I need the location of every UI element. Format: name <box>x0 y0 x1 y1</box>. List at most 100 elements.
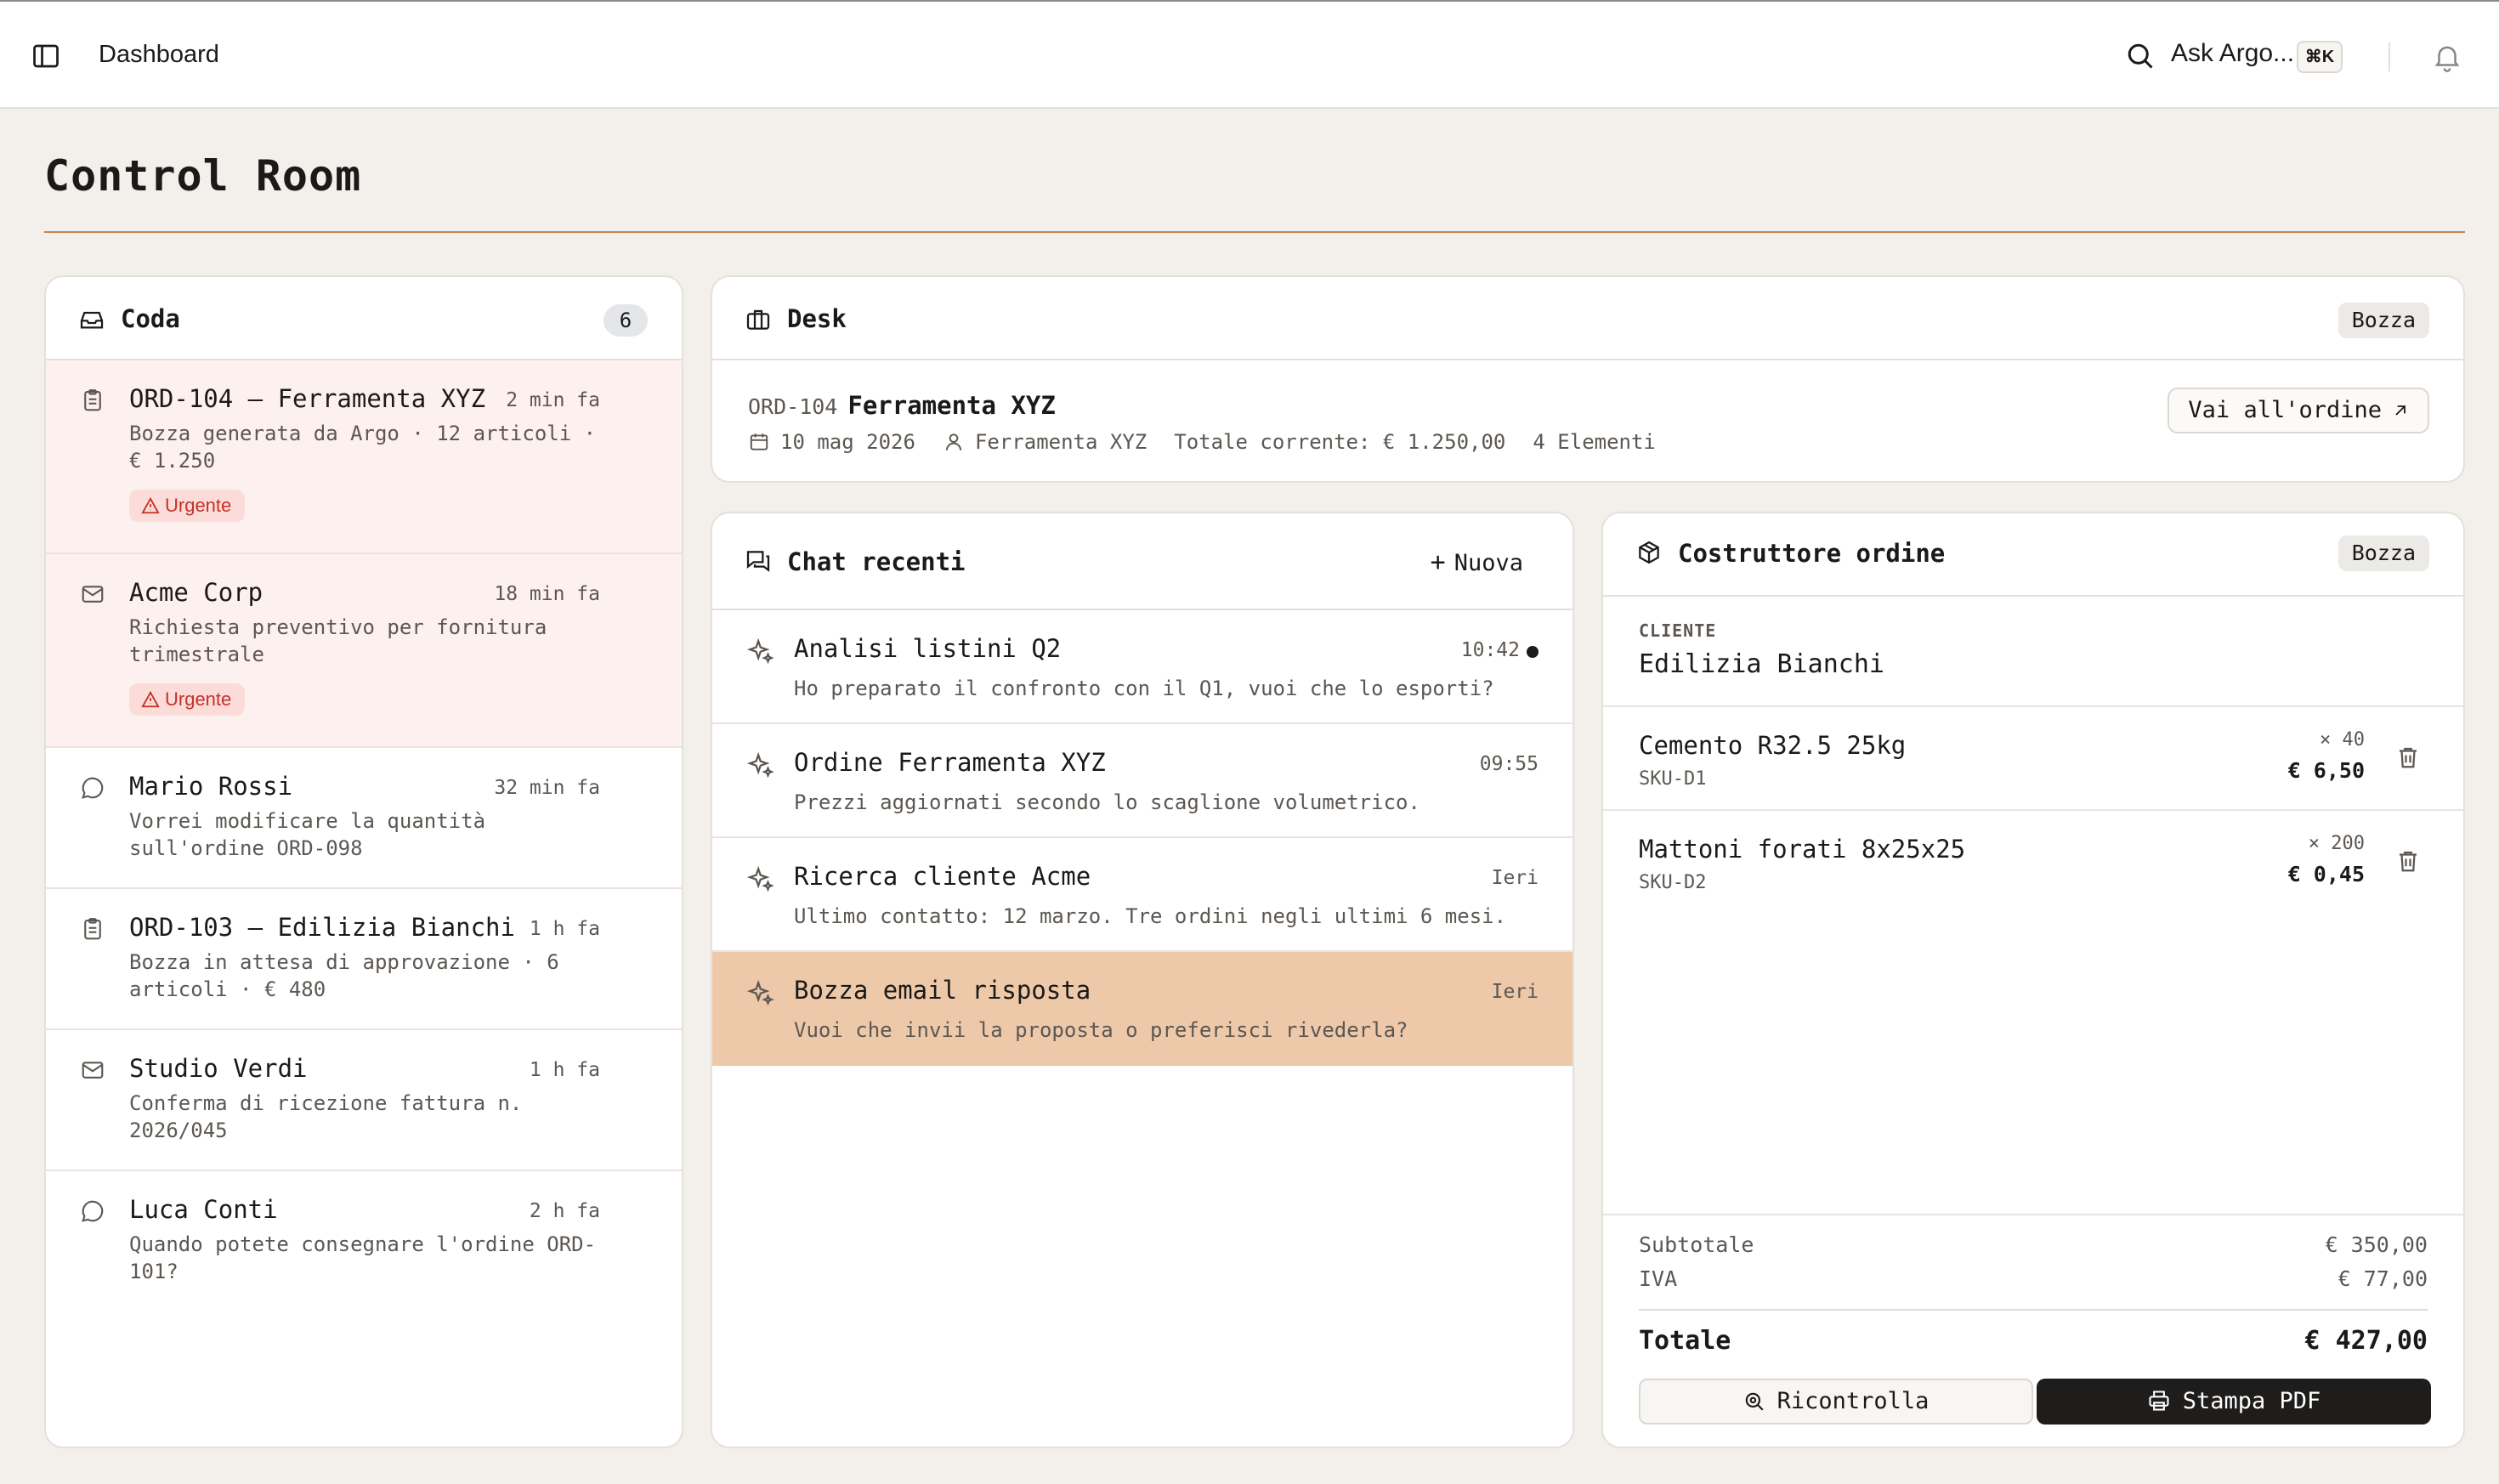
chat-header: Chat recenti + Nuova <box>712 513 1572 610</box>
chat-item-time: 10:42 <box>1460 639 1520 661</box>
urgent-label: Urgente <box>165 688 232 710</box>
mail-icon <box>82 586 104 603</box>
chat-item-desc: Ho preparato il confronto con il Q1, vuo… <box>794 677 1494 700</box>
trash-icon[interactable] <box>2395 743 2421 772</box>
total-value: € 427,00 <box>2304 1326 2428 1356</box>
chat-item-desc: Prezzi aggiornati secondo lo scaglione v… <box>794 790 1420 814</box>
urgent-label: Urgente <box>165 495 232 516</box>
sparkle-icon <box>746 865 774 892</box>
client-name[interactable]: Edilizia Bianchi <box>1639 649 1884 679</box>
queue-item-name: Mario Rossi <box>129 772 293 801</box>
chat-item-time: 09:55 <box>1479 753 1538 775</box>
go-to-order-label: Vai all'ordine <box>2188 397 2382 423</box>
queue-panel: Coda 6 ORD-104 — Ferramenta XYZ 2 min fa… <box>44 275 683 1448</box>
builder-title: Costruttore ordine <box>1678 539 1946 568</box>
chat-item-desc: Ultimo contatto: 12 marzo. Tre ordini ne… <box>794 904 1507 928</box>
urgent-badge: Urgente <box>129 683 246 716</box>
desk-order-id: ORD-104 <box>748 394 838 419</box>
chat-item[interactable]: Analisi listini Q2 10:42 Ho preparato il… <box>712 610 1572 724</box>
chats-icon <box>746 551 770 572</box>
queue-item-name: ORD-104 — Ferramenta XYZ <box>129 384 486 413</box>
queue-item-name: Luca Conti <box>129 1195 278 1224</box>
subtotal-label: Subtotale <box>1639 1232 1754 1257</box>
user-icon <box>945 433 962 450</box>
queue-item-time: 1 h fa <box>529 918 600 940</box>
queue-item[interactable]: ORD-103 — Edilizia Bianchi 1 h fa Bozza … <box>46 889 682 1030</box>
calendar-icon <box>750 433 768 450</box>
title-divider <box>44 231 2465 233</box>
chat-item-name: Ordine Ferramenta XYZ <box>794 748 1106 777</box>
queue-item[interactable]: ORD-104 — Ferramenta XYZ 2 min fa Bozza … <box>46 360 682 554</box>
breadcrumb[interactable]: Dashboard <box>99 41 219 69</box>
new-chat-button[interactable]: + Nuova <box>1431 547 1523 577</box>
page-title: Control Room <box>44 151 362 201</box>
vat-value: € 77,00 <box>2338 1266 2428 1291</box>
line-product-name: Mattoni forati 8x25x25 <box>1639 835 1966 864</box>
sidebar-toggle-icon[interactable] <box>31 41 61 71</box>
arrow-up-right-icon <box>2395 405 2406 416</box>
queue-item-time: 2 min fa <box>506 389 600 411</box>
queue-title: Coda <box>121 304 180 333</box>
order-line: Mattoni forati 8x25x25 SKU-D2 × 200 € 0,… <box>1603 811 2463 915</box>
chat-item[interactable]: Ricerca cliente Acme Ieri Ultimo contatt… <box>712 838 1572 952</box>
message-icon <box>82 777 104 799</box>
queue-item-name: Acme Corp <box>129 578 264 607</box>
total-divider <box>1639 1309 2428 1311</box>
zoom-search-icon <box>1745 1392 1764 1411</box>
top-bar: Dashboard Ask Argo... ⌘K <box>0 0 2499 109</box>
desk-order-name: Ferramenta XYZ <box>847 391 1056 420</box>
queue-item-desc: Quando potete consegnare l'ordine ORD-10… <box>129 1232 597 1283</box>
queue-item[interactable]: Studio Verdi 1 h fa Conferma di ricezion… <box>46 1030 682 1171</box>
queue-item-desc: Conferma di ricezione fattura n. 2026/04… <box>129 1091 523 1142</box>
chat-title: Chat recenti <box>787 547 966 576</box>
recheck-button[interactable]: Ricontrolla <box>1639 1379 2033 1425</box>
ask-argo-button[interactable]: Ask Argo... <box>2171 39 2294 68</box>
chat-item-time: Ieri <box>1491 981 1538 1003</box>
line-sku: SKU-D1 <box>1639 768 1707 790</box>
trash-icon[interactable] <box>2395 847 2421 875</box>
desk-status-badge: Bozza <box>2338 303 2429 338</box>
go-to-order-button[interactable]: Vai all'ordine <box>2168 388 2429 433</box>
builder-status-badge: Bozza <box>2338 535 2429 571</box>
totals-divider <box>1603 1214 2463 1215</box>
queue-item[interactable]: Luca Conti 2 h fa Quando potete consegna… <box>46 1171 682 1312</box>
queue-item-name: Studio Verdi <box>129 1054 308 1083</box>
mail-icon <box>82 1062 104 1079</box>
recheck-label: Ricontrolla <box>1776 1388 1930 1414</box>
queue-count-badge: 6 <box>604 304 648 337</box>
desk-order-total: Totale corrente: € 1.250,00 <box>1174 430 1506 454</box>
chat-item[interactable]: Ordine Ferramenta XYZ 09:55 Prezzi aggio… <box>712 724 1572 838</box>
queue-item-desc: Bozza in attesa di approvazione · 6 arti… <box>129 950 559 1001</box>
chat-item-name: Ricerca cliente Acme <box>794 862 1091 891</box>
vat-row: IVA € 77,00 <box>1639 1266 2428 1291</box>
queue-item[interactable]: Acme Corp 18 min fa Richiesta preventivo… <box>46 554 682 748</box>
search-icon[interactable] <box>2125 41 2156 71</box>
client-label: CLIENTE <box>1639 620 1717 641</box>
queue-item-desc: Vorrei modificare la quantità sull'ordin… <box>129 809 486 860</box>
queue-item-time: 2 h fa <box>529 1200 600 1222</box>
bell-icon[interactable] <box>2431 41 2463 73</box>
briefcase-icon <box>746 309 770 330</box>
clipboard-icon <box>84 389 101 411</box>
chat-item-selected[interactable]: Bozza email risposta Ieri Vuoi che invii… <box>712 952 1572 1066</box>
desk-order-heading: ORD-104 Ferramenta XYZ <box>748 391 1056 420</box>
warning-icon <box>141 496 160 514</box>
inbox-icon <box>80 311 104 329</box>
warning-icon <box>141 690 160 708</box>
chat-item-desc: Vuoi che invii la proposta o preferisci … <box>794 1018 1408 1042</box>
queue-item[interactable]: Mario Rossi 32 min fa Vorrei modificare … <box>46 748 682 889</box>
recent-chats-panel: Chat recenti + Nuova Analisi listini Q2 1… <box>711 512 1574 1448</box>
subtotal-row: Subtotale € 350,00 <box>1639 1232 2428 1257</box>
desk-title: Desk <box>787 304 847 333</box>
clipboard-icon <box>84 918 101 940</box>
total-row: Totale € 427,00 <box>1639 1326 2428 1356</box>
new-chat-label: Nuova <box>1454 550 1523 576</box>
sparkle-icon <box>746 979 774 1006</box>
line-quantity[interactable]: × 200 <box>2309 833 2365 854</box>
line-price: € 0,45 <box>2287 862 2365 886</box>
plus-icon: + <box>1430 547 1446 577</box>
print-pdf-button[interactable]: Stampa PDF <box>2037 1379 2431 1425</box>
line-sku: SKU-D2 <box>1639 872 1707 893</box>
line-quantity[interactable]: × 40 <box>2320 729 2365 750</box>
desk-order-elements: 4 Elementi <box>1533 430 1656 454</box>
